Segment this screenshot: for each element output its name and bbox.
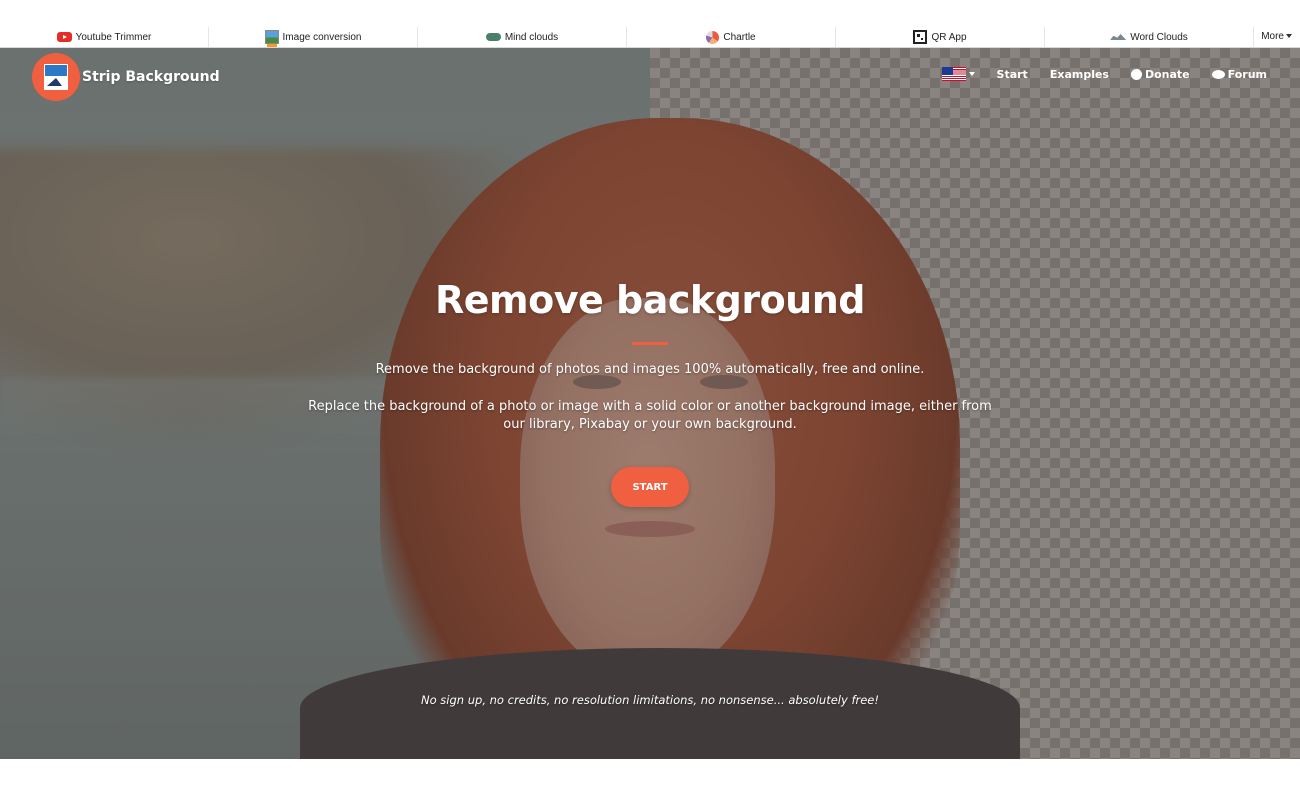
brand-name: Strip Background [82,69,220,85]
tool-qr-app[interactable]: QR App [836,27,1045,47]
brand-link[interactable]: Strip Background [32,53,220,101]
uk-flag-icon [941,67,966,81]
tool-image-conversion[interactable]: Image conversion [209,27,418,47]
image-icon [44,64,68,90]
tool-label: Image conversion [282,31,362,43]
donate-icon [1130,68,1142,80]
nav-examples[interactable]: Examples [1050,68,1109,81]
tool-label: Chartle [723,31,756,43]
nav-donate[interactable]: Donate [1130,67,1190,81]
tool-label: Word Clouds [1130,31,1188,43]
tool-chartle[interactable]: Chartle [627,27,836,47]
image-conversion-icon [264,30,279,47]
nav-start[interactable]: Start [997,68,1028,81]
more-label: More [1261,31,1284,42]
brand-logo-icon [32,53,80,101]
hero-lead-1: Remove the background of photos and imag… [375,362,925,377]
chat-bubbles-icon [1211,69,1225,79]
nav-forum-label: Forum [1227,67,1267,81]
qr-code-icon [913,30,928,44]
pie-chart-icon [706,30,720,44]
youtube-icon [56,32,72,42]
tools-bar: Youtube Trimmer Image conversion Mind cl… [0,0,1300,48]
tool-label: QR App [931,31,967,43]
mind-clouds-icon [485,33,501,41]
tool-label: Mind clouds [504,31,559,43]
hero-tagline: No sign up, no credits, no resolution li… [421,693,879,707]
tool-word-clouds[interactable]: Word Clouds [1045,27,1254,47]
tool-mind-clouds[interactable]: Mind clouds [418,27,627,47]
nav-forum[interactable]: Forum [1211,67,1267,81]
word-clouds-icon [1110,34,1127,40]
hero-lead-2: Replace the background of a photo or ima… [308,399,992,432]
caret-down-icon [968,72,975,76]
language-selector[interactable] [941,67,975,81]
tool-label: Youtube Trimmer [75,31,152,43]
nav-examples-label: Examples [1049,67,1109,81]
main-nav: Start Examples Donate Forum [941,67,1267,81]
nav-start-label: Start [996,67,1028,81]
start-button[interactable]: START [611,467,689,507]
hero-title: Remove background [434,278,866,322]
more-dropdown[interactable]: More [1261,27,1292,47]
nav-donate-label: Donate [1144,67,1190,81]
caret-down-icon [1286,34,1292,39]
tool-youtube-trimmer[interactable]: Youtube Trimmer [0,27,209,47]
title-divider [632,342,668,345]
